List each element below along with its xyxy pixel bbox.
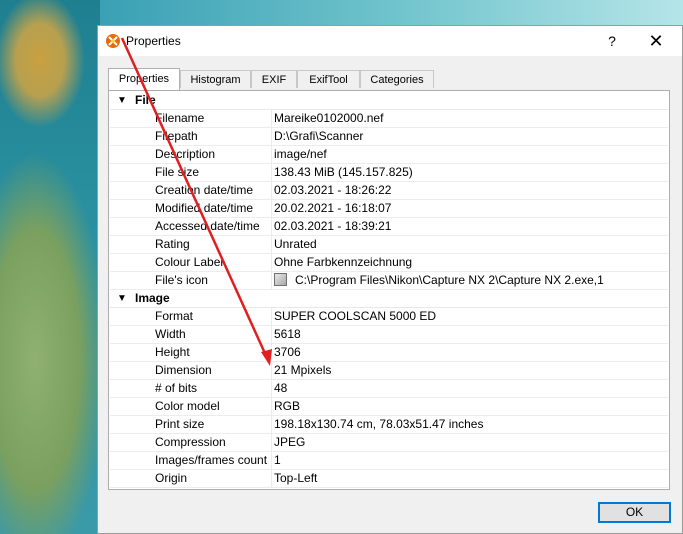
property-row[interactable]: Accessed date/time 02.03.2021 - 18:39:21: [110, 218, 668, 236]
property-row[interactable]: Filepath D:\Grafi\Scanner: [110, 128, 668, 146]
property-name: Format: [155, 309, 194, 323]
property-value: 198.18x130.74 cm, 78.03x51.47 inches: [274, 417, 484, 431]
property-row[interactable]: Width 5618: [110, 326, 668, 344]
group-image[interactable]: ▼ Image: [110, 290, 668, 308]
property-name: Width: [155, 327, 186, 341]
property-value-with-icon: C:\Program Files\Nikon\Capture NX 2\Capt…: [274, 272, 604, 289]
property-value: 02.03.2021 - 18:26:22: [274, 183, 392, 197]
property-row[interactable]: Modified date/time 20.02.2021 - 16:18:07: [110, 200, 668, 218]
window-title: Properties: [126, 34, 181, 48]
property-value: C:\Program Files\Nikon\Capture NX 2\Capt…: [295, 273, 604, 287]
property-value: 21 Mpixels: [274, 363, 332, 377]
property-name: File's icon: [155, 273, 208, 287]
property-row[interactable]: Compression JPEG: [110, 434, 668, 452]
property-name: Filename: [155, 111, 205, 125]
tab-categories[interactable]: Categories: [360, 70, 434, 88]
tab-exif[interactable]: EXIF: [251, 70, 297, 88]
property-value: 1: [274, 453, 281, 467]
property-value: Mareike0102000.nef: [274, 111, 384, 125]
properties-panel[interactable]: ▼ File Filename Mareike0102000.nef Filep…: [108, 90, 670, 490]
property-name: Rating: [155, 237, 190, 251]
ok-button[interactable]: OK: [598, 502, 671, 523]
exe-file-icon: [274, 273, 287, 286]
help-button[interactable]: ?: [600, 29, 624, 53]
property-row[interactable]: Color model RGB: [110, 398, 668, 416]
group-file[interactable]: ▼ File: [110, 92, 668, 110]
property-row[interactable]: Colour Label Ohne Farbkennzeichnung: [110, 254, 668, 272]
property-name: Accessed date/time: [155, 219, 260, 233]
property-row[interactable]: # of bits 48: [110, 380, 668, 398]
property-value: 5618: [274, 327, 301, 341]
property-name: Images/frames count: [155, 453, 268, 467]
property-name: # of bits: [155, 381, 198, 395]
background-photo-top: [100, 0, 683, 26]
property-value: 20.02.2021 - 16:18:07: [274, 201, 392, 215]
property-row[interactable]: File size 138.43 MiB (145.157.825): [110, 164, 668, 182]
property-value: Ohne Farbkennzeichnung: [274, 255, 413, 269]
property-name: Modified date/time: [155, 201, 254, 215]
title-bar[interactable]: Properties ? ✕: [98, 26, 682, 56]
property-name: Description: [155, 147, 216, 161]
property-row[interactable]: Rating Unrated: [110, 236, 668, 254]
xnview-app-icon: [105, 33, 121, 49]
property-name: Dimension: [155, 363, 212, 377]
tab-exiftool[interactable]: ExifTool: [297, 70, 360, 88]
property-name: Color model: [155, 399, 220, 413]
property-row[interactable]: Format SUPER COOLSCAN 5000 ED: [110, 308, 668, 326]
tab-histogram[interactable]: Histogram: [180, 70, 251, 88]
property-name: File size: [155, 165, 200, 179]
background-photo: [0, 0, 110, 534]
property-name: Colour Label: [155, 255, 224, 269]
property-value: image/nef: [274, 147, 327, 161]
chevron-down-icon[interactable]: ▼: [116, 92, 128, 109]
chevron-down-icon[interactable]: ▼: [116, 290, 128, 307]
property-row[interactable]: Dimension 21 Mpixels: [110, 362, 668, 380]
property-tree: ▼ File Filename Mareike0102000.nef Filep…: [110, 92, 668, 488]
property-row[interactable]: File's icon C:\Program Files\Nikon\Captu…: [110, 272, 668, 290]
property-value: 138.43 MiB (145.157.825): [274, 165, 413, 179]
property-row[interactable]: Filename Mareike0102000.nef: [110, 110, 668, 128]
property-name: Filepath: [155, 129, 198, 143]
property-value: 02.03.2021 - 18:39:21: [274, 219, 392, 233]
property-value: Top-Left: [274, 471, 318, 485]
property-row[interactable]: Origin Top-Left: [110, 470, 668, 488]
property-row[interactable]: Print size 198.18x130.74 cm, 78.03x51.47…: [110, 416, 668, 434]
property-value: JPEG: [274, 435, 306, 449]
property-value: Unrated: [274, 237, 317, 251]
property-value: D:\Grafi\Scanner: [274, 129, 364, 143]
property-name: Compression: [155, 435, 226, 449]
tab-properties[interactable]: Properties: [108, 68, 180, 90]
group-label: File: [135, 93, 156, 107]
property-row[interactable]: Height 3706: [110, 344, 668, 362]
property-name: Creation date/time: [155, 183, 254, 197]
property-value: RGB: [274, 399, 301, 413]
close-button[interactable]: ✕: [642, 29, 670, 53]
properties-dialog: Properties ? ✕ Properties Histogram EXIF…: [97, 25, 683, 534]
property-value: 3706: [274, 345, 301, 359]
group-label: Image: [135, 291, 170, 305]
property-value: 48: [274, 381, 288, 395]
property-row[interactable]: Description image/nef: [110, 146, 668, 164]
property-name: Print size: [155, 417, 205, 431]
property-value: SUPER COOLSCAN 5000 ED: [274, 309, 437, 323]
property-row[interactable]: Images/frames count 1: [110, 452, 668, 470]
property-name: Height: [155, 345, 190, 359]
property-row[interactable]: Creation date/time 02.03.2021 - 18:26:22: [110, 182, 668, 200]
property-name: Origin: [155, 471, 188, 485]
